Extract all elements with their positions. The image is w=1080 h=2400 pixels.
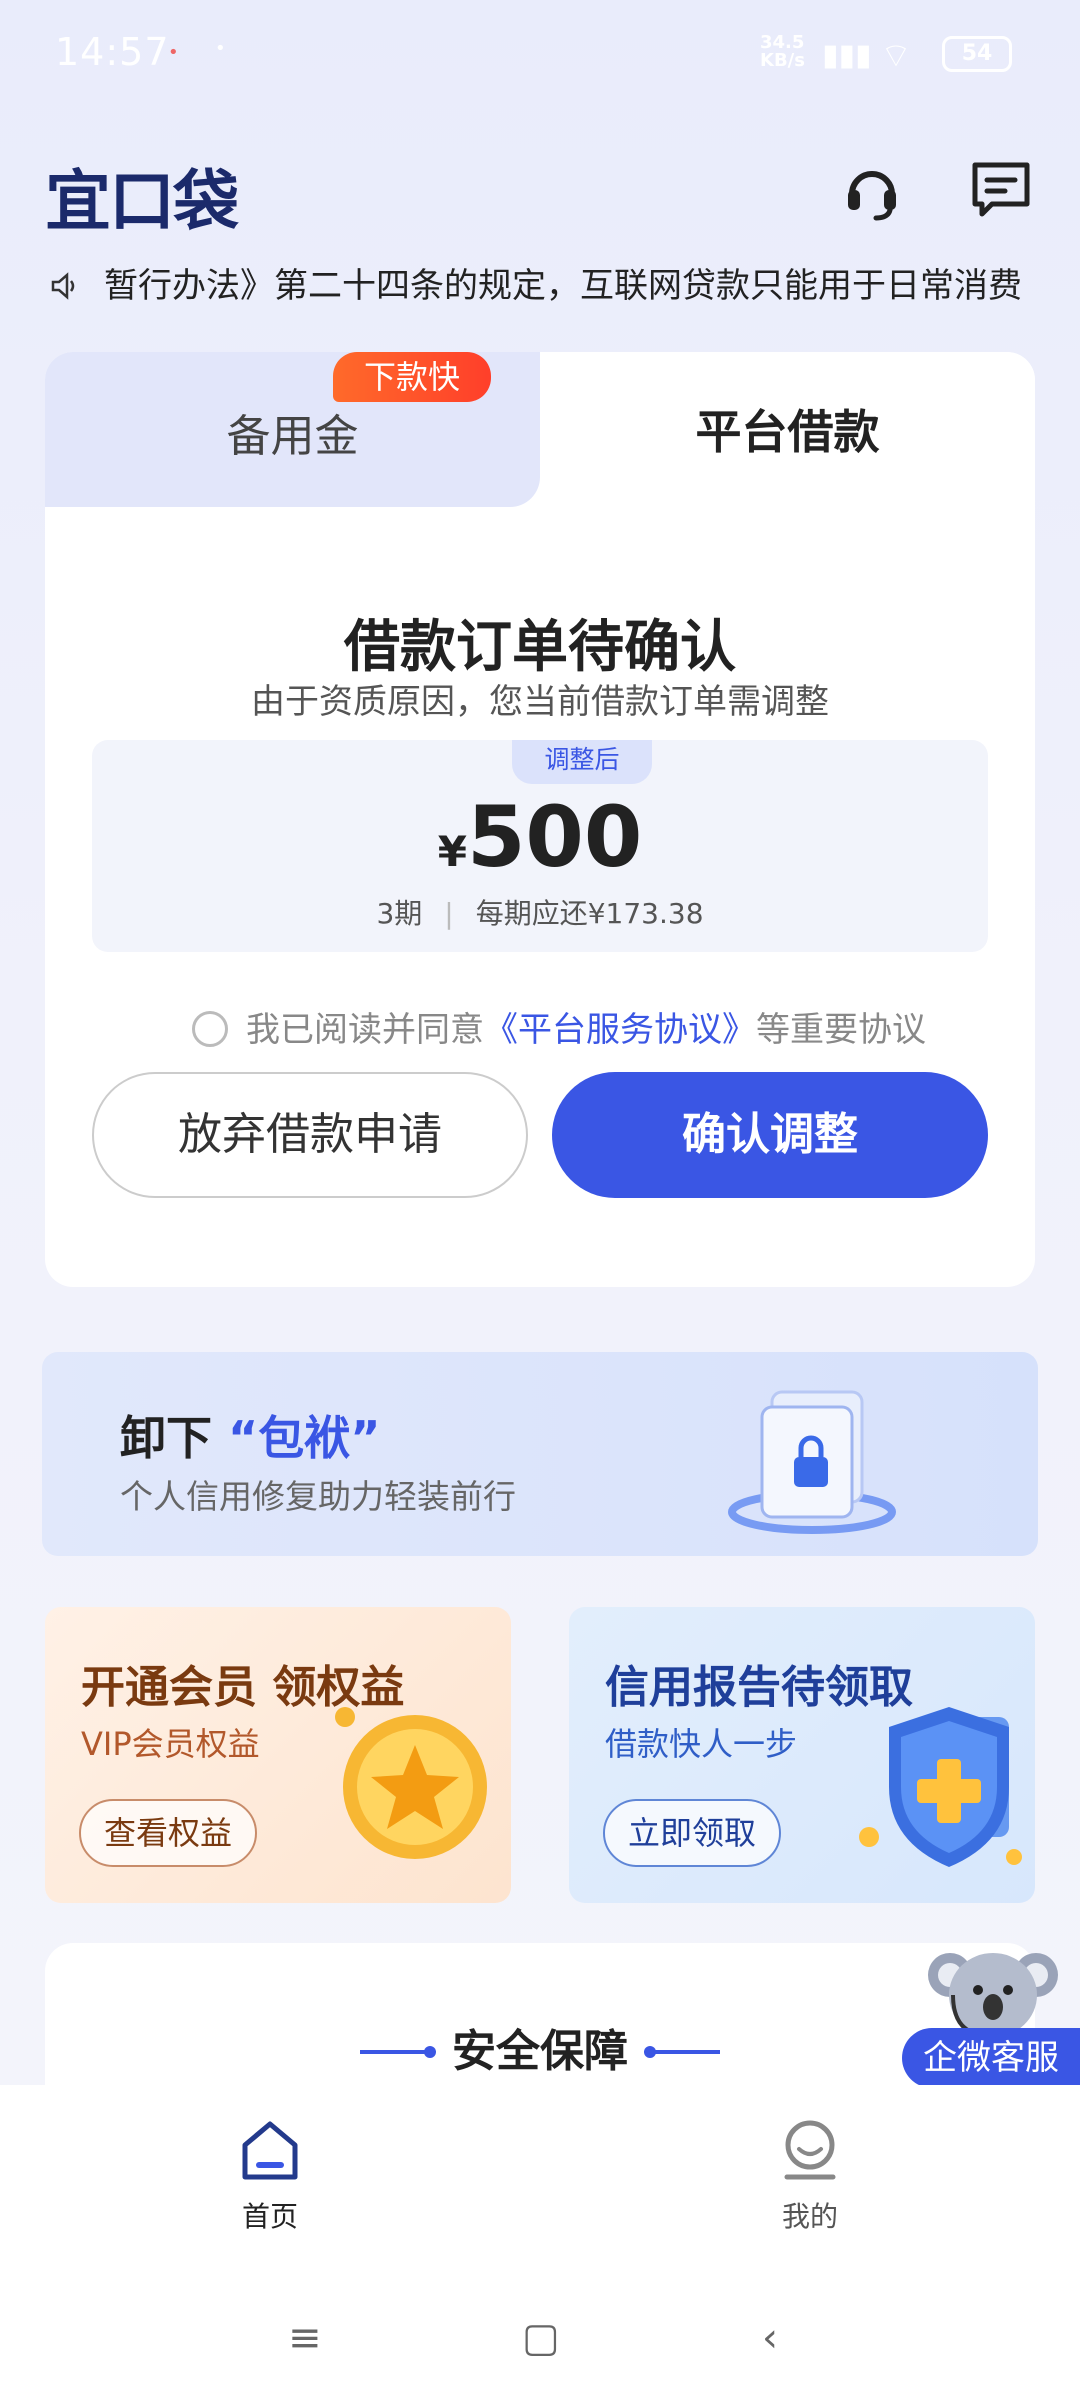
menu-icon[interactable]: ≡ [288,2315,322,2361]
credit-repair-banner[interactable]: 卸下 “包袱” 个人信用修复助力轻装前行 [42,1352,1038,1556]
notification-icon: • [168,42,179,63]
bottom-nav: 首页 我的 [0,2085,1080,2285]
banner-title-quote: “包袱” [228,1411,381,1465]
shield-icon [809,1667,1029,1887]
lock-document-icon [702,1372,902,1542]
speaker-icon [50,266,86,306]
star-coin-icon [315,1687,495,1877]
security-title: 安全保障 [45,2015,1035,2079]
wecom-service-button[interactable]: 企微客服 [902,2028,1080,2088]
amount-value: 500 [466,788,643,886]
adjusted-tag: 调整后 [512,740,652,784]
divider: | [444,897,454,930]
abandon-button[interactable]: 放弃借款申请 [92,1072,528,1198]
agreement-suffix: 等重要协议 [756,1010,926,1050]
nav-mine-label: 我的 [781,2200,838,2233]
agreement-prefix: 我已阅读并同意 [246,1010,484,1050]
headset-icon[interactable] [840,160,904,224]
back-icon[interactable]: ‹ [762,2315,778,2361]
divider [644,2046,720,2058]
net-speed: 34.5 KB/s [760,32,805,71]
credit-report-subtitle: 借款快人一步 [605,1725,798,1763]
vip-promo-subtitle: VIP会员权益 [81,1725,260,1763]
loan-card: 备用金 平台借款 借款订单待确认 由于资质原因，您当前借款订单需调整 调整后 ¥… [45,352,1035,1287]
nav-home[interactable]: 首页 [210,2119,330,2235]
order-subtitle: 由于资质原因，您当前借款订单需调整 [251,682,829,722]
message-icon[interactable] [970,160,1032,220]
amount-box: 调整后 ¥500 3期 | 每期应还¥173.38 [92,740,988,952]
system-nav-bar: ≡ ▢ ‹ [0,2285,1080,2400]
home-icon [242,2121,298,2180]
notice-bar: 暂行办法》第二十四条的规定，互联网贷款只能用于日常消费 [50,258,1040,308]
nav-home-label: 首页 [241,2200,298,2233]
notification-dot-icon: • [215,38,226,59]
banner-title: 卸下 “包袱” [120,1402,380,1468]
credit-report-promo-card[interactable]: 信用报告待领取 借款快人一步 立即领取 [569,1607,1035,1903]
profile-icon [784,2120,836,2180]
signal-icon: ▮▮▮ [822,38,872,73]
currency-symbol: ¥ [437,827,467,876]
loan-amount: ¥500 [92,788,988,886]
fast-badge: 下款快 [333,352,491,402]
status-bar: 14:57 • • 34.5 KB/s ▮▮▮ ⌔ 54 [0,0,1080,110]
agreement-checkbox[interactable] [192,1011,228,1047]
tab-label: 备用金 [226,411,359,462]
tab-platform-loan[interactable]: 平台借款 [540,352,1035,507]
notice-text: 暂行办法》第二十四条的规定，互联网贷款只能用于日常消费 [104,266,1022,306]
home-square-icon[interactable]: ▢ [522,2315,560,2361]
battery-icon: 54 [942,36,1012,72]
wifi-icon: ⌔ [880,36,912,76]
claim-now-button[interactable]: 立即领取 [603,1799,781,1867]
agreement-link[interactable]: 《平台服务协议》 [484,1010,756,1050]
confirm-adjust-button[interactable]: 确认调整 [552,1072,988,1198]
status-time: 14:57 [55,30,170,74]
vip-promo-card[interactable]: 开通会员 领权益 VIP会员权益 查看权益 [45,1607,511,1903]
banner-subtitle: 个人信用修复助力轻装前行 [120,1477,516,1516]
nav-mine[interactable]: 我的 [750,2119,870,2235]
view-benefits-button[interactable]: 查看权益 [79,1799,257,1867]
agreement-row: 我已阅读并同意《平台服务协议》等重要协议 [192,1002,926,1051]
repayment-terms: 3期 | 每期应还¥173.38 [92,892,988,932]
tab-label: 平台借款 [695,405,880,459]
security-title-text: 安全保障 [452,2026,628,2077]
order-title: 借款订单待确认 [344,615,736,680]
periods: 3期 [376,897,423,930]
divider [360,2046,436,2058]
banner-title-prefix: 卸下 [120,1411,212,1465]
app-logo: 宜口袋 [45,163,239,240]
per-period-payment: 每期应还¥173.38 [475,897,704,930]
